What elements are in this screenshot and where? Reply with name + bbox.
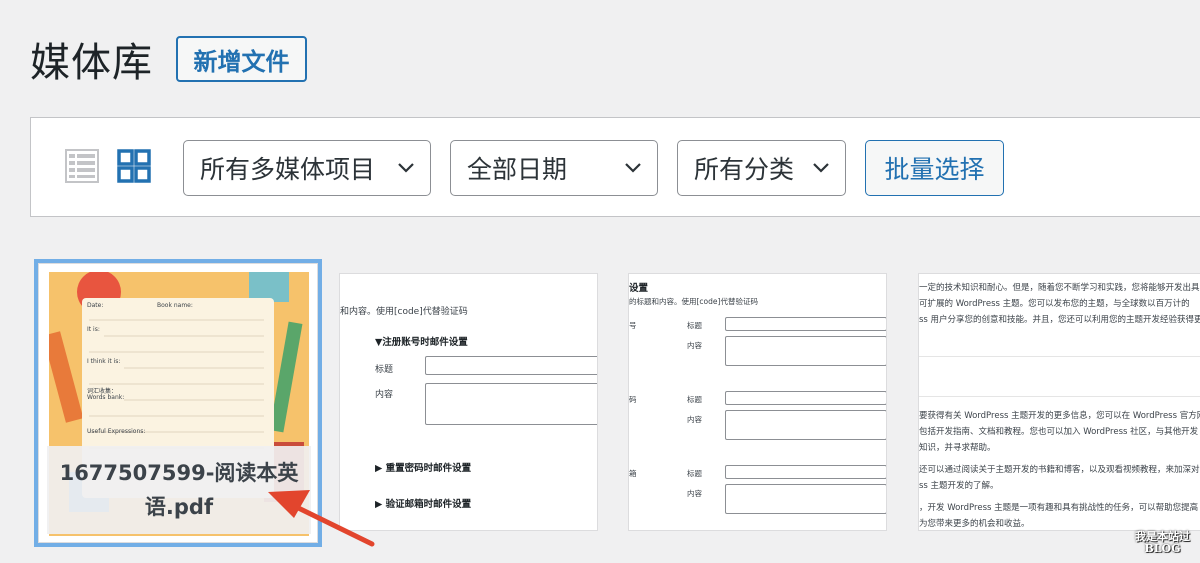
- date-filter-value: 全部日期: [467, 155, 568, 184]
- thumb-text: Book name:: [157, 302, 193, 309]
- thumb-text: 为您带来更多的机会和收益。: [919, 519, 1030, 529]
- thumb-text: 标题: [687, 395, 702, 404]
- thumb-text: 设置: [629, 283, 649, 294]
- media-item-screenshot[interactable]: 一定的技术知识和耐心。但是，随着您不断学习和实践，您将能够开发出具 可扩展的 W…: [918, 273, 1200, 531]
- thumb-field: [425, 356, 597, 375]
- date-filter[interactable]: 全部日期: [450, 140, 658, 196]
- thumb-text: 还可以通过阅读关于主题开发的书籍和博客，以及观看视频教程，来加深对: [919, 465, 1200, 475]
- chevron-down-icon: [398, 163, 414, 173]
- thumb-field: [725, 317, 886, 331]
- thumb-text: ▼注册账号时邮件设置: [375, 337, 468, 348]
- media-type-filter-value: 所有多媒体项目: [200, 155, 376, 184]
- thumb-text: ss 主题开发的了解。: [919, 481, 999, 491]
- thumb-field: [725, 484, 886, 514]
- thumb-text: Words bank:: [87, 394, 125, 401]
- thumb-text: 号: [629, 321, 637, 330]
- add-new-file-button[interactable]: 新增文件: [176, 36, 307, 82]
- thumb-text: 的标题和内容。使用[code]代替验证码: [629, 297, 758, 306]
- thumb-text: ▶ 重置密码时邮件设置: [375, 463, 472, 474]
- thumb-text: 要获得有关 WordPress 主题开发的更多信息，您可以在 WordPress…: [919, 411, 1200, 421]
- thumb-text: 可扩展的 WordPress 主题。您可以发布您的主题，与全球数以百万计的: [919, 299, 1190, 309]
- thumb-text: 内容: [687, 415, 702, 424]
- chevron-down-icon: [813, 163, 829, 173]
- media-toolbar: 所有多媒体项目 全部日期 所有分类 批量选择: [30, 117, 1200, 217]
- media-item-screenshot[interactable]: 设置 的标题和内容。使用[code]代替验证码 号 标题 内容 码 标题 内容 …: [628, 273, 887, 531]
- thumb-text: 知识，并寻求帮助。: [919, 443, 996, 453]
- watermark-line: BLOG: [1144, 542, 1181, 555]
- thumb-text: I think it is:: [87, 358, 121, 365]
- thumb-text: 标题: [375, 365, 394, 375]
- thumb-field: [725, 410, 886, 440]
- thumb-field: [725, 465, 886, 479]
- thumb-text: ss 用户分享您的创意和技能。并且，您还可以利用您的主题开发经验获得更: [919, 315, 1200, 325]
- thumb-text: 码: [629, 395, 637, 404]
- media-type-filter[interactable]: 所有多媒体项目: [183, 140, 431, 196]
- thumb-field: [425, 383, 597, 425]
- category-filter[interactable]: 所有分类: [677, 140, 846, 196]
- annotation-arrow-icon: [268, 490, 375, 547]
- thumb-field: [725, 336, 886, 366]
- thumb-text: ，开发 WordPress 主题是一项有趣和具有挑战性的任务，可以帮助您提高: [919, 503, 1199, 513]
- thumb-text: ▶ 验证邮箱时邮件设置: [375, 499, 472, 510]
- grid-view-icon[interactable]: [117, 149, 151, 183]
- bulk-select-button[interactable]: 批量选择: [865, 140, 1004, 196]
- thumb-text: Useful Expressions:: [87, 428, 146, 435]
- thumb-text: 内容: [375, 390, 394, 400]
- page-title: 媒体库: [30, 40, 153, 86]
- chevron-down-icon: [625, 163, 641, 173]
- thumb-divider: [919, 356, 1200, 357]
- thumb-text: Date:: [87, 302, 104, 309]
- thumb-text: 和内容。使用[code]代替验证码: [340, 307, 468, 317]
- thumb-text: 标题: [687, 321, 702, 330]
- thumb-text: 标题: [687, 469, 702, 478]
- thumb-text: 内容: [687, 341, 702, 350]
- thumb-text: 一定的技术知识和耐心。但是，随着您不断学习和实践，您将能够开发出具: [919, 283, 1200, 293]
- category-filter-value: 所有分类: [694, 155, 795, 184]
- site-watermark: 我是本站过 BLOG: [1135, 531, 1190, 555]
- thumb-text: 内容: [687, 489, 702, 498]
- thumb-field: [725, 391, 886, 405]
- list-view-icon[interactable]: [65, 149, 99, 183]
- thumb-text: 箱: [629, 469, 637, 478]
- thumb-text: It is:: [87, 326, 100, 333]
- thumb-text: 包括开发指南、文档和教程。您也可以加入 WordPress 社区，与其他开发: [919, 427, 1199, 437]
- thumb-divider: [919, 396, 1200, 397]
